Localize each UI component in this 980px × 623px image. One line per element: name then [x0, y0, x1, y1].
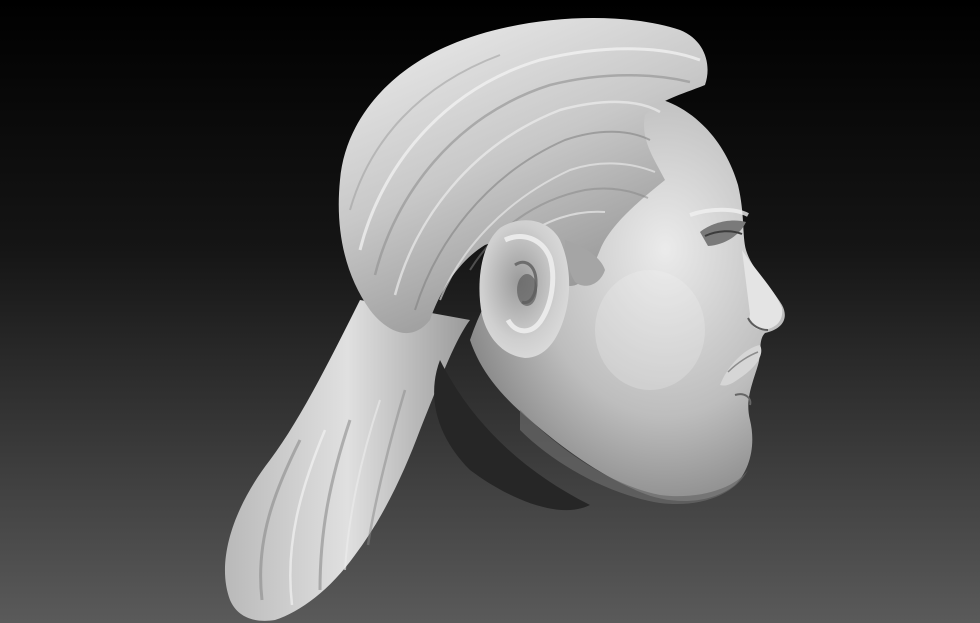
render-viewport [0, 0, 980, 623]
sculpt-render [0, 0, 980, 623]
ear [479, 220, 570, 358]
